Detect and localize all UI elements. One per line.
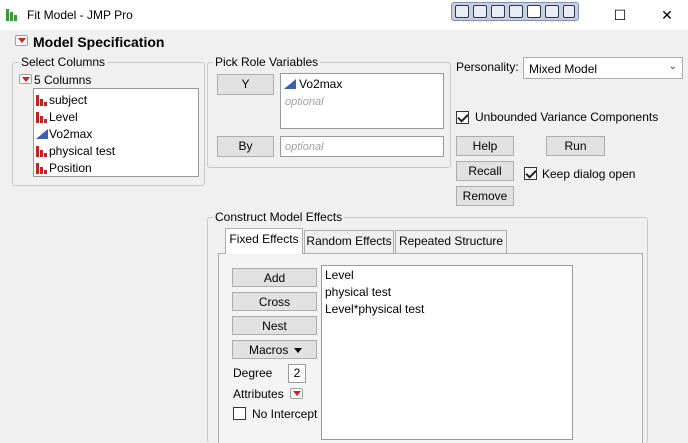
y-role-value: Vo2max (299, 77, 343, 91)
toolbar-grid-icon[interactable] (527, 5, 541, 18)
no-intercept-label: No Intercept (252, 407, 318, 421)
columns-count: 5 Columns (34, 73, 92, 87)
list-item[interactable]: Position (34, 160, 92, 177)
toolbar-panel-icon[interactable] (509, 5, 523, 18)
y-role-button[interactable]: Y (217, 74, 274, 95)
add-effect-button[interactable]: Add (232, 268, 317, 287)
by-role-placeholder: optional (285, 141, 324, 153)
nominal-icon (36, 95, 47, 106)
maximize-button[interactable]: ☐ (610, 6, 630, 24)
toolbar-record-icon[interactable] (563, 5, 575, 18)
personality-value: Mixed Model (529, 62, 598, 76)
construct-effects-label: Construct Model Effects (213, 210, 345, 224)
pick-role-label: Pick Role Variables (213, 55, 321, 69)
columns-list[interactable]: subject Level Vo2max physical test Posit… (33, 88, 199, 177)
close-button[interactable]: ✕ (657, 6, 677, 24)
effects-list[interactable]: Level physical test Level*physical test (321, 265, 573, 440)
nominal-icon (36, 146, 47, 157)
model-spec-title: Model Specification (33, 34, 165, 50)
toolbar-window-icon[interactable] (491, 5, 505, 18)
toolbar-layout-icon[interactable] (545, 5, 559, 18)
list-item[interactable]: Level (34, 109, 78, 126)
chevron-down-icon: ⌄ (668, 61, 677, 72)
help-button[interactable]: Help (456, 136, 514, 156)
window-title: Fit Model - JMP Pro (27, 8, 133, 22)
nest-button[interactable]: Nest (232, 316, 317, 335)
personality-label: Personality: (456, 60, 519, 74)
list-item[interactable]: physical test (325, 284, 391, 301)
degree-label: Degree (233, 366, 273, 380)
macros-button[interactable]: Macros (232, 340, 317, 359)
list-item[interactable]: Vo2max (34, 126, 92, 143)
cross-button[interactable]: Cross (232, 292, 317, 311)
remove-button[interactable]: Remove (456, 186, 514, 206)
title-bar: Fit Model - JMP Pro ☐ ✕ (0, 0, 688, 30)
list-item[interactable]: Level (325, 267, 354, 284)
tab-random-effects[interactable]: Random Effects (304, 230, 394, 253)
dropdown-arrow-icon (294, 348, 302, 353)
list-item[interactable]: subject (34, 92, 87, 109)
toolbar-circle-icon[interactable] (455, 5, 469, 18)
tab-repeated-structure[interactable]: Repeated Structure (395, 230, 507, 253)
unbounded-variance-label: Unbounded Variance Components (475, 110, 659, 124)
attributes-label: Attributes (233, 387, 284, 401)
model-spec-menu-icon[interactable] (15, 35, 28, 46)
macros-label: Macros (249, 343, 289, 357)
tab-fixed-effects[interactable]: Fixed Effects (225, 228, 303, 254)
y-role-placeholder: optional (285, 96, 324, 108)
list-item[interactable]: physical test (34, 143, 115, 160)
attributes-menu-icon[interactable] (290, 388, 303, 399)
by-role-button[interactable]: By (217, 136, 274, 157)
keep-dialog-open-label: Keep dialog open (542, 167, 636, 181)
jmp-app-icon (6, 9, 18, 21)
select-columns-label: Select Columns (19, 55, 108, 69)
keep-dialog-open-checkbox[interactable] (524, 167, 537, 180)
continuous-icon (36, 129, 48, 139)
nominal-icon (36, 112, 47, 123)
continuous-icon (284, 79, 296, 89)
y-role-list[interactable]: Vo2max optional (280, 73, 444, 129)
no-intercept-checkbox[interactable] (233, 407, 246, 420)
by-role-input[interactable]: optional (280, 136, 444, 157)
degree-input[interactable]: 2 (288, 364, 306, 383)
floating-toolbar (451, 2, 579, 21)
unbounded-variance-checkbox[interactable] (456, 111, 469, 124)
nominal-icon (36, 163, 47, 174)
toolbar-screen-icon[interactable] (473, 5, 487, 18)
personality-select[interactable]: Mixed Model ⌄ (523, 57, 683, 79)
list-item[interactable]: Level*physical test (325, 301, 424, 318)
recall-button[interactable]: Recall (456, 161, 514, 181)
columns-menu-icon[interactable] (19, 74, 32, 84)
run-button[interactable]: Run (546, 136, 605, 156)
